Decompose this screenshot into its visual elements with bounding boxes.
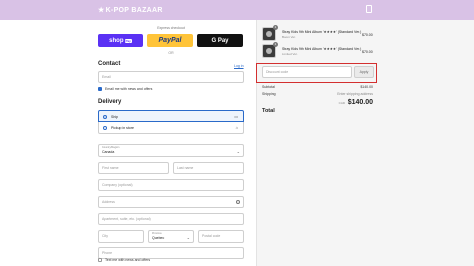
total-row: Total CAD $140.00	[262, 99, 373, 114]
pickup-radio[interactable]	[103, 126, 107, 130]
company-field[interactable]: Company (optional)	[98, 179, 244, 191]
news-opt-in[interactable]: Email me with news and offers	[98, 87, 152, 91]
store-logo[interactable]: ★K-POP BAZAAR	[98, 6, 163, 14]
ship-option[interactable]: Ship ▭	[98, 110, 244, 122]
truck-icon: ▭	[234, 114, 238, 119]
ship-radio[interactable]	[103, 115, 107, 119]
email-field[interactable]: Email	[98, 71, 244, 83]
paypal-button[interactable]: PayPal	[147, 34, 193, 47]
pickup-option[interactable]: Pickup in store ⌂	[98, 122, 244, 134]
last-name-field[interactable]: Last name	[173, 162, 244, 174]
shipping-row: Shipping Enter shipping address	[262, 92, 373, 96]
shopping-bag-icon[interactable]	[366, 5, 372, 13]
postal-code-field[interactable]: Postal code	[198, 230, 244, 243]
product-price: $70.00	[362, 50, 373, 54]
apply-discount-button[interactable]: Apply	[354, 66, 374, 78]
text-opt-in[interactable]: Text me with news and offers	[98, 258, 150, 262]
product-variant: Boom Ver.	[282, 35, 296, 39]
or-divider: OR	[168, 51, 174, 55]
province-select[interactable]: Province Quebec ⌄	[148, 230, 194, 243]
address-field[interactable]: Address	[98, 196, 244, 208]
city-field[interactable]: City	[98, 230, 144, 243]
quantity-badge: 1	[273, 42, 278, 47]
contact-heading: Contact	[98, 61, 121, 67]
express-checkout-label: Express checkout	[157, 26, 185, 30]
quantity-badge: 1	[273, 25, 278, 30]
subtotal-row: Subtotal $140.00	[262, 85, 373, 89]
login-link[interactable]: Log in	[234, 64, 244, 68]
product-price: $70.00	[362, 33, 373, 37]
shop-pay-button[interactable]: shop Pay	[98, 34, 143, 47]
chevron-down-icon: ⌄	[236, 149, 240, 154]
news-checkbox[interactable]	[98, 87, 102, 91]
product-name: Stray Kids 9th Mini Album '★★★★' (Standa…	[282, 30, 362, 34]
cart-item: 1 Stray Kids 9th Mini Album '★★★★' (Stan…	[262, 25, 382, 41]
text-checkbox[interactable]	[98, 258, 102, 262]
store-icon: ⌂	[235, 125, 238, 130]
first-name-field[interactable]: First name	[98, 162, 169, 174]
delivery-heading: Delivery	[98, 99, 122, 105]
chevron-down-icon: ⌄	[186, 235, 190, 240]
discount-code-field[interactable]: Discount code	[262, 66, 352, 78]
search-icon	[236, 200, 240, 204]
cart-item: 1 Stray Kids 9th Mini Album '★★★★' (Stan…	[262, 42, 382, 58]
checkout-form: Express checkout shop Pay PayPal G Pay OR…	[0, 20, 256, 266]
country-select[interactable]: Country/Region Canada ⌄	[98, 144, 244, 157]
google-pay-button[interactable]: G Pay	[197, 34, 243, 47]
apartment-field[interactable]: Apartment, suite, etc. (optional)	[98, 213, 244, 225]
product-name: Stray Kids 9th Mini Album '★★★★' (Standa…	[282, 47, 362, 51]
top-bar: ★K-POP BAZAAR	[0, 0, 474, 20]
product-variant: Limited Ver.	[282, 52, 298, 56]
